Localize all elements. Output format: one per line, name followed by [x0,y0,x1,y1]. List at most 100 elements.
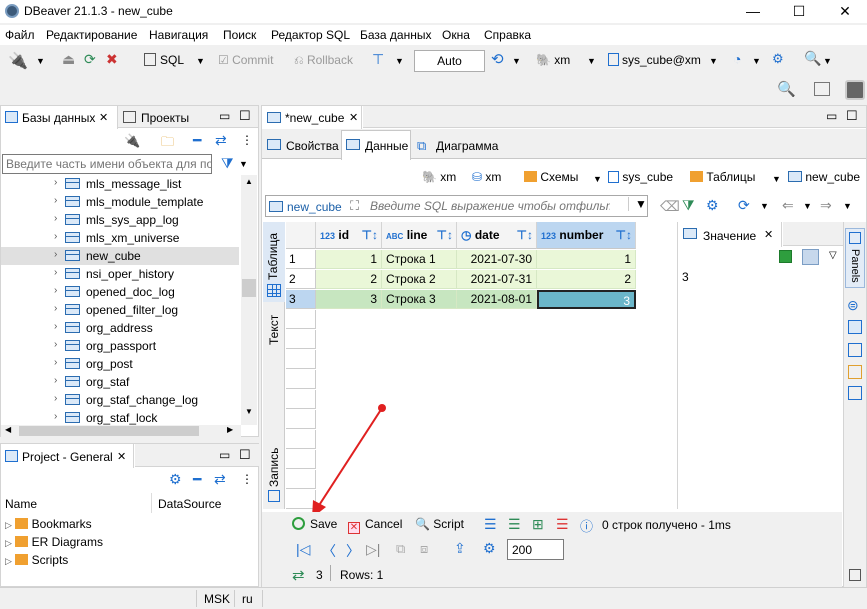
menu-navigate[interactable]: Навигация [149,28,208,42]
expand-arrow-icon[interactable]: › [54,303,57,314]
maximize-panel-icon[interactable]: ☐ [239,108,251,124]
rollback-button[interactable]: ⎌ Rollback [294,53,353,68]
disconnect-all-icon[interactable]: ✖ [106,51,118,68]
collapse-all-icon[interactable]: ━ [193,132,201,149]
scroll-thumb[interactable] [242,279,256,297]
panel-toggle-icon-4[interactable] [848,365,862,379]
object-filter-input[interactable] [2,154,212,174]
tab-projects[interactable]: Проекты [119,106,209,128]
cell-line[interactable]: Строка 3 [382,290,457,309]
clear-filter-icon[interactable]: ⌫ [660,198,680,215]
tree-item-table[interactable]: › org_staf_change_log [1,391,239,409]
minimize-button[interactable]: — [730,0,776,23]
sort-filter-icon[interactable]: ⊤↕ [517,222,533,249]
expand-arrow-icon[interactable]: › [54,195,57,206]
close-tab-icon[interactable]: ✕ [99,111,108,124]
row-number[interactable]: 3 [286,290,316,309]
project-item-bookmarks[interactable]: ▷ Bookmarks [5,517,92,531]
menu-edit[interactable]: Редактирование [46,28,137,42]
locale-indicator[interactable]: ru [242,592,253,606]
new-folder-icon[interactable]: 🗀 [161,133,174,155]
menu-sql-editor[interactable]: Редактор SQL [271,28,350,42]
cell-number[interactable]: 2 [537,270,636,289]
expand-arrow-icon[interactable]: › [54,393,57,404]
expand-arrow-icon[interactable]: › [54,375,57,386]
refresh-dropdown-icon[interactable]: ▼ [760,201,769,211]
col-header-line[interactable]: ABC line ⊤↕ [382,222,457,249]
nav-forward-dropdown-icon[interactable]: ▼ [843,201,852,211]
tree-item-table[interactable]: › opened_doc_log [1,283,239,301]
fetch-next-icon[interactable]: ⧉ [396,541,405,557]
cell-date[interactable]: 2021-08-01 [457,290,537,309]
project-link-icon[interactable]: ⇄ [214,471,226,488]
filter-history-dropdown-icon[interactable]: ▼ [628,197,647,211]
cell-number[interactable]: 3 [537,290,636,309]
copy-row-icon[interactable]: ⊞ [532,516,544,533]
sql-dropdown-icon[interactable]: ▼ [196,56,205,66]
breadcrumb-tables[interactable]: Таблицы [690,170,755,184]
tree-item-table[interactable]: › org_passport [1,337,239,355]
cell-line[interactable]: Строка 2 [382,270,457,289]
scroll-up-icon[interactable]: ▲ [245,177,253,186]
row-number[interactable]: 1 [286,250,316,269]
edit-row-icon[interactable]: ☰ [484,516,497,533]
cell-id[interactable]: 1 [316,250,382,269]
save-value-icon[interactable] [779,250,792,263]
refresh-count-icon[interactable]: ⇄ [292,566,305,584]
filter-expand-icon[interactable]: ⛶ [350,198,359,214]
cell-date[interactable]: 2021-07-31 [457,270,537,289]
expand-arrow-icon[interactable]: › [54,231,57,242]
panel-toggle-icon-1[interactable]: ⊜ [847,297,859,314]
tree-item-table[interactable]: › new_cube [1,247,239,265]
disconnect-icon[interactable]: ⏏ [62,51,75,68]
dashboard-icon[interactable]: ◔ [733,51,741,67]
filter-settings-icon[interactable]: ⚙ [706,197,719,214]
project-collapse-icon[interactable]: ━ [193,471,201,488]
editor-tab-new-cube[interactable]: *new_cube ✕ [262,106,362,129]
fetch-settings-icon[interactable]: ⚙ [483,540,496,557]
cell-date[interactable]: 2021-07-30 [457,250,537,269]
transaction-mode-field[interactable]: Auto [414,50,485,72]
menu-database[interactable]: База данных [360,28,431,42]
first-page-icon[interactable]: |◁ [296,541,310,558]
side-tab-table[interactable]: Таблица [263,222,285,302]
menu-search[interactable]: Поиск [223,28,256,42]
scroll-left-icon[interactable]: ◀ [5,425,11,434]
panel-toggle-icon-3[interactable] [848,343,862,357]
value-content[interactable]: 3 [682,270,689,284]
tree-hscrollbar[interactable]: ◀ ▶ [1,425,241,437]
row-number[interactable]: 2 [286,270,316,289]
sql-filter-input[interactable] [370,197,610,215]
commit-button[interactable]: ☑ Commit [218,53,273,67]
tree-vscrollbar[interactable]: ▲ ▼ [241,175,257,425]
tree-item-table[interactable]: › org_post [1,355,239,373]
project-item-scripts[interactable]: ▷ Scripts [5,553,68,567]
subtab-diagram[interactable]: ⧉ Диаграмма [413,132,503,158]
expand-arrow-icon[interactable]: › [54,177,57,188]
restore-panel-icon[interactable] [849,569,861,581]
value-panel-tab[interactable]: Значение ✕ [678,222,782,247]
maximize-button[interactable]: ☐ [776,0,822,23]
auto-apply-icon[interactable] [802,249,819,265]
new-connection-small-icon[interactable]: 🔌 [124,133,140,149]
history-dropdown-icon[interactable]: ▼ [512,56,521,66]
cell-number[interactable]: 1 [537,250,636,269]
expand-arrow-icon[interactable]: › [54,249,57,260]
apply-filter-icon[interactable]: ⧩ [682,197,695,214]
export-icon[interactable]: ⇪ [454,540,466,557]
dashboard-dropdown-icon[interactable]: ▼ [752,56,761,66]
connection-selector[interactable]: sys_cube@xm [608,53,701,67]
view-menu-icon[interactable]: ⋮ [241,133,253,147]
timezone-indicator[interactable]: MSK [204,592,230,606]
side-tab-record[interactable]: Запись [263,442,285,507]
col-header-date[interactable]: ◷ date ⊤↕ [457,222,537,249]
cancel-button[interactable]: ✕ Cancel [348,517,402,534]
sql-editor-button[interactable]: SQL [144,53,184,67]
add-row-icon[interactable]: ☰ [508,516,521,533]
transaction-dropdown-icon[interactable]: ▼ [395,56,404,66]
scroll-right-icon[interactable]: ▶ [227,425,233,434]
col-header-number[interactable]: 123 number ⊤↕ [537,222,636,249]
tree-item-table[interactable]: › org_staf [1,373,239,391]
tree-item-table[interactable]: › mls_message_list [1,175,239,193]
close-button[interactable]: ✕ [822,0,867,23]
